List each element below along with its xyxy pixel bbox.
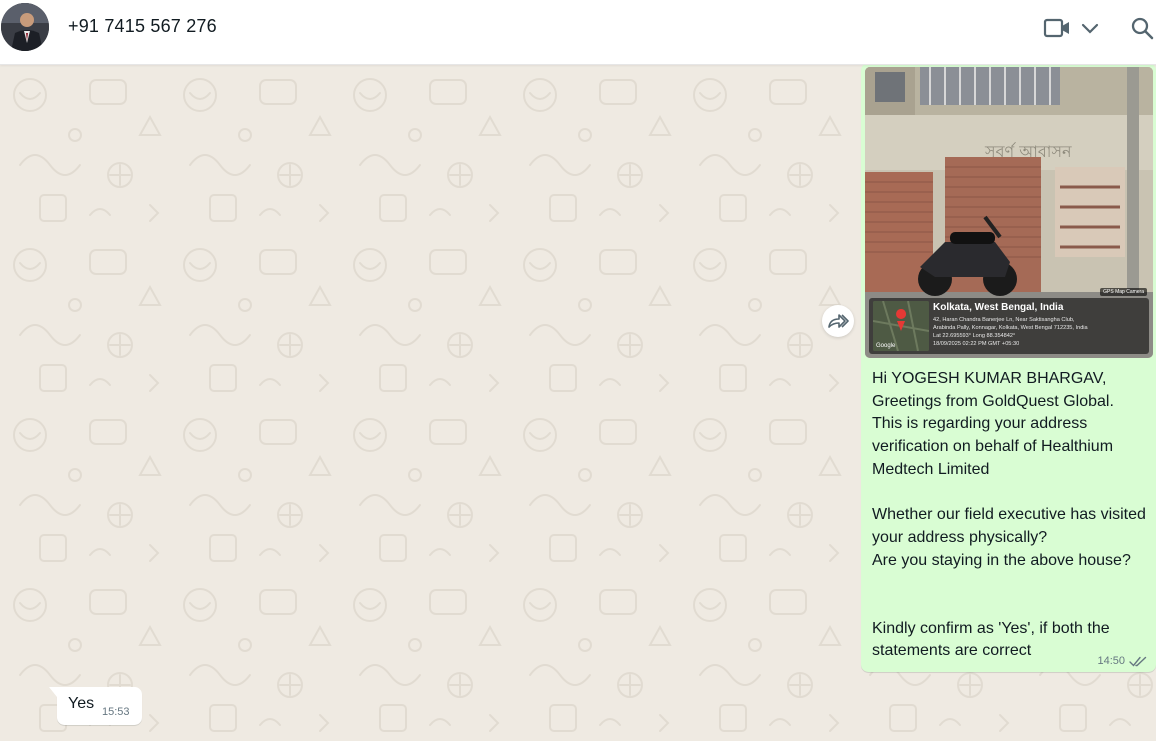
video-camera-icon[interactable] (1043, 14, 1071, 42)
gps-city: Kolkata, West Bengal, India (933, 302, 1064, 313)
chevron-down-icon[interactable] (1076, 14, 1104, 42)
message-photo[interactable]: সুবর্ণ আবাসন GPS Map Camera Google Kolka… (865, 67, 1153, 358)
google-brand: Google (876, 343, 896, 349)
chat-area: সুবর্ণ আবাসন GPS Map Camera Google Kolka… (0, 65, 1156, 741)
gps-app-tag: GPS Map Camera (1100, 288, 1147, 296)
incoming-message[interactable]: Yes 15:53 (49, 687, 142, 725)
gps-datetime: 18/09/2025 02:22 PM GMT +05:30 (933, 341, 1020, 347)
gps-mini-map: Google (873, 301, 929, 351)
forward-button[interactable] (822, 305, 854, 337)
gps-address-line1: 42, Haran Chandra Banerjee Ln, Near Sakt… (933, 317, 1075, 323)
gps-latlong: Lat 22.695593° Long 88.354842° (933, 333, 1016, 339)
chat-header: +91 7415 567 276 (0, 0, 1156, 65)
search-icon[interactable] (1128, 14, 1156, 42)
gps-address-line2: Arabinda Pally, Konnagar, Kolkata, West … (933, 325, 1088, 331)
contact-name[interactable]: +91 7415 567 276 (68, 16, 217, 37)
incoming-message-time: 15:53 (102, 706, 130, 718)
outgoing-message[interactable]: সুবর্ণ আবাসন GPS Map Camera Google Kolka… (861, 65, 1156, 672)
profile-photo-icon (1, 3, 49, 51)
incoming-message-text: Yes (68, 695, 95, 712)
outgoing-message-meta: 14:50 (1097, 655, 1147, 667)
contact-avatar[interactable] (1, 3, 49, 51)
double-check-icon (1129, 656, 1147, 667)
outgoing-message-time: 14:50 (1097, 655, 1125, 667)
gps-stamp: GPS Map Camera Google Kolkata, West Beng… (869, 288, 1149, 354)
outgoing-message-text: Hi YOGESH KUMAR BHARGAV, Greetings from … (872, 370, 1146, 660)
forward-icon (828, 314, 849, 328)
